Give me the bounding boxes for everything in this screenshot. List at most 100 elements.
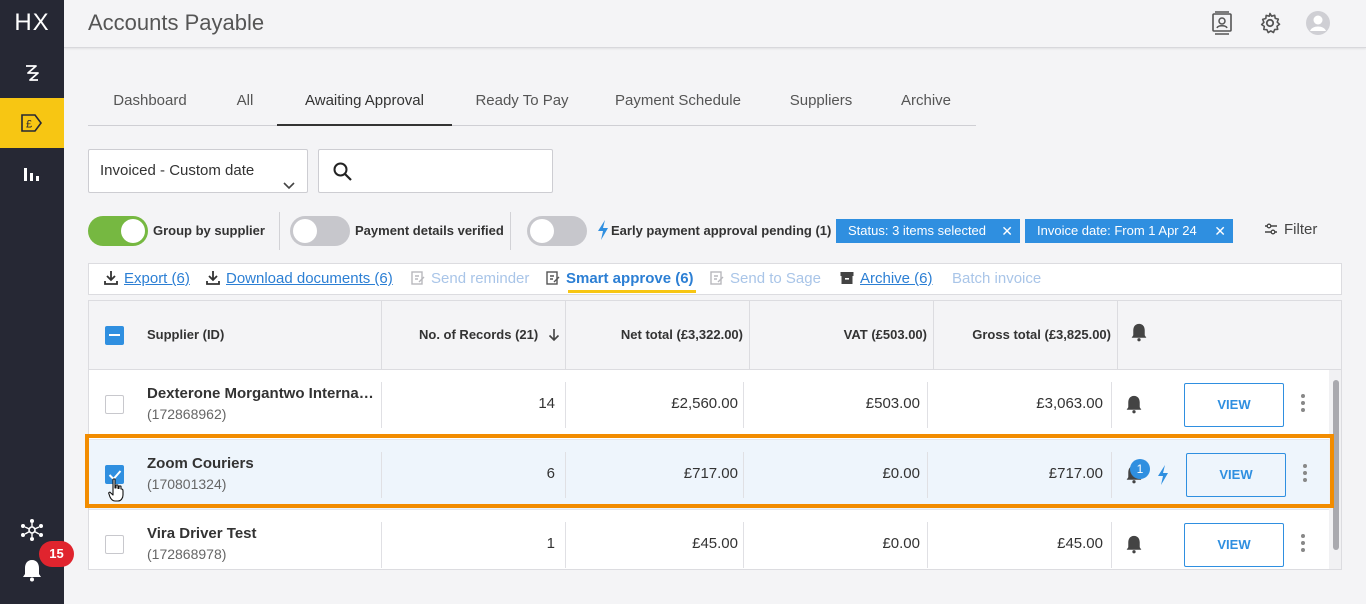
cell-divider xyxy=(743,382,744,428)
bell-icon xyxy=(1130,322,1148,347)
table-row[interactable]: Dexterone Morgantwo International (17286… xyxy=(89,370,1329,440)
close-icon[interactable]: ✕ xyxy=(1001,219,1013,243)
column-divider xyxy=(1117,301,1118,370)
gross-total: £3,063.00 xyxy=(1036,395,1103,412)
divider xyxy=(510,212,511,250)
gear-icon[interactable] xyxy=(1257,10,1283,36)
vat-amount: £0.00 xyxy=(882,535,920,552)
bar-chart-icon[interactable] xyxy=(0,148,64,198)
bell-icon[interactable] xyxy=(1125,394,1143,419)
early-payment-toggle[interactable] xyxy=(527,216,587,246)
user-avatar-icon[interactable] xyxy=(1305,10,1331,36)
smart-approve-button[interactable]: Smart approve (6) xyxy=(546,270,694,289)
column-vat[interactable]: VAT (£503.00) xyxy=(844,327,927,342)
send-to-sage-label: Send to Sage xyxy=(730,270,821,287)
record-count: 1 xyxy=(546,535,555,552)
status-filter-chip[interactable]: Status: 3 items selected ✕ xyxy=(836,219,1020,243)
search-icon xyxy=(333,162,352,186)
cell-divider xyxy=(1111,522,1112,568)
view-button[interactable]: VIEW xyxy=(1184,383,1284,427)
archive-link[interactable]: Archive (6) xyxy=(840,270,933,289)
search-input[interactable] xyxy=(363,158,543,184)
tab-dashboard[interactable]: Dashboard xyxy=(88,80,212,126)
smart-approve-indicator xyxy=(568,290,696,293)
group-by-supplier-toggle[interactable] xyxy=(88,216,148,246)
search-field[interactable] xyxy=(318,149,553,193)
filter-label: Filter xyxy=(1284,221,1318,238)
column-divider xyxy=(933,301,934,370)
selected-row-highlight xyxy=(85,434,1334,508)
column-records-label: No. of Records (21) xyxy=(419,327,539,342)
edit-note-icon xyxy=(546,271,560,289)
invoice-date-filter-chip[interactable]: Invoice date: From 1 Apr 24 ✕ xyxy=(1025,219,1233,243)
download-documents-link[interactable]: Download documents (6) xyxy=(206,270,393,289)
export-link[interactable]: Export (6) xyxy=(104,270,190,289)
bell-icon[interactable] xyxy=(1125,534,1143,559)
header: Accounts Payable xyxy=(64,0,1366,48)
toggle-knob xyxy=(530,219,554,243)
select-all-checkbox[interactable] xyxy=(105,326,124,345)
download-icon xyxy=(206,270,220,289)
workflow-icon[interactable] xyxy=(0,48,64,98)
export-label: Export (6) xyxy=(124,270,190,287)
payment-details-verified-toggle[interactable] xyxy=(290,216,350,246)
gross-total: £45.00 xyxy=(1057,535,1103,552)
supplier-name: Dexterone Morgantwo International xyxy=(147,385,375,402)
tab-ready-to-pay[interactable]: Ready To Pay xyxy=(452,80,592,126)
supplier-id: (172868962) xyxy=(147,406,227,422)
tab-all[interactable]: All xyxy=(212,80,278,126)
supplier-name: Vira Driver Test xyxy=(147,525,257,542)
table-row[interactable]: Vira Driver Test (172868978) 1 £45.00 £0… xyxy=(89,510,1329,569)
vat-amount: £503.00 xyxy=(865,395,920,412)
cell-divider xyxy=(927,382,928,428)
archive-label: Archive (6) xyxy=(860,270,933,287)
cell-divider xyxy=(743,522,744,568)
archive-box-icon xyxy=(840,271,854,289)
row-checkbox[interactable] xyxy=(105,395,124,414)
net-total: £45.00 xyxy=(692,535,738,552)
batch-invoice-button[interactable]: Batch invoice xyxy=(952,270,1041,287)
group-by-supplier-label: Group by supplier xyxy=(153,223,265,238)
invoice-pound-icon[interactable]: £ xyxy=(0,98,64,148)
contacts-icon[interactable] xyxy=(1209,10,1235,36)
date-filter-value: Invoiced - Custom date xyxy=(100,162,255,179)
toggle-knob xyxy=(293,219,317,243)
arrow-down-icon xyxy=(548,328,560,345)
column-divider xyxy=(565,301,566,370)
column-supplier[interactable]: Supplier (ID) xyxy=(147,327,224,342)
download-icon xyxy=(104,270,118,289)
view-button[interactable]: VIEW xyxy=(1184,523,1284,567)
close-icon[interactable]: ✕ xyxy=(1214,219,1226,243)
cell-divider xyxy=(565,522,566,568)
supplier-id: (172868978) xyxy=(147,546,227,562)
send-to-sage-button[interactable]: Send to Sage xyxy=(710,270,821,289)
cell-divider xyxy=(381,522,382,568)
hx-logo[interactable]: HX xyxy=(0,0,64,46)
more-options-icon[interactable] xyxy=(1300,534,1306,555)
send-reminder-button[interactable]: Send reminder xyxy=(411,270,529,289)
cell-divider xyxy=(927,522,928,568)
tab-payment-schedule[interactable]: Payment Schedule xyxy=(592,80,764,126)
record-count: 14 xyxy=(538,395,555,412)
early-payment-label: Early payment approval pending (1) xyxy=(611,223,832,238)
tab-suppliers[interactable]: Suppliers xyxy=(764,80,878,126)
more-options-icon[interactable] xyxy=(1300,394,1306,415)
row-checkbox[interactable] xyxy=(105,535,124,554)
chevron-down-icon xyxy=(283,165,295,207)
filter-button[interactable]: Filter xyxy=(1264,221,1317,239)
column-divider xyxy=(749,301,750,370)
date-filter-select[interactable]: Invoiced - Custom date xyxy=(88,149,308,193)
tab-archive[interactable]: Archive xyxy=(878,80,974,126)
chip-label: Invoice date: From 1 Apr 24 xyxy=(1037,223,1197,238)
column-records[interactable]: No. of Records (21) xyxy=(419,327,560,345)
chip-label: Status: 3 items selected xyxy=(848,223,987,238)
send-reminder-label: Send reminder xyxy=(431,270,530,287)
payment-details-verified-label: Payment details verified xyxy=(355,223,504,238)
toggle-knob xyxy=(121,219,145,243)
cell-divider xyxy=(1111,382,1112,428)
column-gross-total[interactable]: Gross total (£3,825.00) xyxy=(972,327,1111,342)
column-net-total[interactable]: Net total (£3,322.00) xyxy=(621,327,743,342)
cell-divider xyxy=(381,382,382,428)
hand-cursor-icon xyxy=(108,478,124,502)
tab-awaiting-approval[interactable]: Awaiting Approval xyxy=(277,80,452,126)
